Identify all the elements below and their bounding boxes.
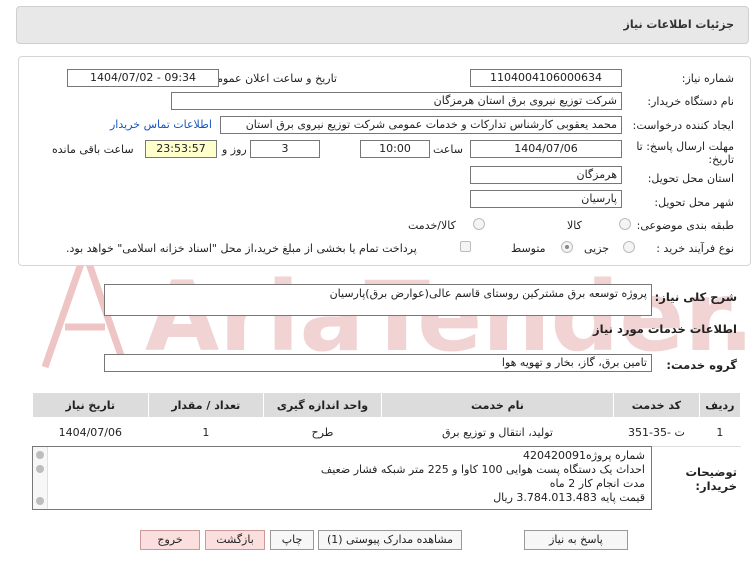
category-goods-service-radio[interactable] (473, 218, 485, 230)
page: جزئیات اطلاعات نیاز AriaTender.net شماره… (0, 0, 755, 566)
announce-date-field: 1404/07/02 - 09:34 (67, 69, 219, 87)
category-option-goods-label: کالا (567, 219, 582, 232)
notes-scrollbar[interactable] (33, 447, 48, 509)
buyer-notes-field: شماره پروژه420420091 احداث یک دستگاه پست… (32, 446, 652, 510)
remaining-time-label: ساعت باقی مانده (52, 143, 134, 156)
summary-text: پروژه توسعه برق مشترکین روستای قاسم عالی… (329, 287, 647, 300)
category-label: طبقه بندی موضوعی: (636, 219, 734, 232)
page-title: جزئیات اطلاعات نیاز (623, 18, 735, 31)
buyer-notes-label: توضیحات (685, 465, 738, 479)
col-unit: واحد اندازه گیری (263, 392, 382, 418)
process-minor-label: جزیی (584, 242, 610, 255)
remaining-time-field: 23:53:57 (145, 140, 217, 158)
col-need-date: تاریخ نیاز (32, 392, 149, 418)
col-row: ردیف (698, 392, 742, 418)
category-option-goods-service-label: کالا/خدمت (408, 219, 456, 232)
scroll-up-icon[interactable] (36, 451, 44, 459)
province-label: استان محل تحویل: (647, 172, 734, 185)
process-type-label: نوع فرآیند خرید : (656, 242, 734, 255)
summary-label: شرح کلی نیاز: (654, 290, 737, 304)
view-attachments-button[interactable]: مشاهده مدارک پیوستی (1) (318, 530, 462, 550)
services-table: ردیف کد خدمت نام خدمت واحد اندازه گیری ت… (32, 392, 742, 447)
cell-quantity: 1 (148, 417, 264, 447)
col-service-code: کد خدمت (613, 392, 700, 418)
process-medium-radio[interactable] (561, 241, 573, 253)
cell-service-name: تولید، انتقال و توزیع برق (381, 417, 614, 447)
buyer-contact-link[interactable]: اطلاعات تماس خریدار (110, 118, 212, 131)
buyer-label: نام دستگاه خریدار: (647, 95, 734, 108)
service-group-label: گروه خدمت: (666, 358, 737, 372)
treasury-note: پرداخت تمام یا بخشی از مبلغ خرید،از محل … (66, 242, 417, 255)
days-label: روز و (222, 143, 247, 156)
table-header-row: ردیف کد خدمت نام خدمت واحد اندازه گیری ت… (32, 392, 742, 418)
deadline-label-date: تاریخ: (708, 153, 734, 166)
page-header: جزئیات اطلاعات نیاز (16, 6, 749, 44)
notes-line: احداث یک دستگاه پست هوایی 100 کاوا و 225… (320, 463, 645, 476)
need-number-field: 1104004106000634 (470, 69, 622, 87)
buyer-notes-label-2: خریدار: (695, 479, 737, 493)
process-medium-label: متوسط (511, 242, 546, 255)
announce-date-label: تاریخ و ساعت اعلان عمومی: (204, 72, 337, 85)
cell-need-date: 1404/07/06 (32, 417, 149, 447)
table-row: 1 ت -35-351 تولید، انتقال و توزیع برق طر… (32, 417, 741, 447)
deadline-date-field: 1404/07/06 (470, 140, 622, 158)
service-group-field: تامین برق، گاز، بخار و تهویه هوا (104, 354, 652, 372)
cell-row: 1 (699, 417, 741, 447)
days-remaining-field: 3 (250, 140, 320, 158)
notes-line: قیمت پایه 3.784.013.483 ریال (493, 491, 645, 504)
summary-field: پروژه توسعه برق مشترکین روستای قاسم عالی… (104, 284, 652, 316)
creator-label: ایجاد کننده درخواست: (632, 119, 734, 132)
category-goods-radio[interactable] (619, 218, 631, 230)
province-field: هرمزگان (470, 166, 622, 184)
buyer-field: شرکت توزیع نیروی برق استان هرمزگان (171, 92, 622, 110)
city-label: شهر محل تحویل: (654, 196, 734, 209)
scroll-down-icon[interactable] (36, 497, 44, 505)
col-quantity: تعداد / مقدار (147, 392, 265, 418)
city-field: پارسیان (470, 190, 622, 208)
deadline-time-label: ساعت (433, 143, 463, 156)
need-info-panel (18, 56, 751, 266)
cell-service-code: ت -35-351 (613, 417, 700, 447)
services-section-title: اطلاعات خدمات مورد نیاز (593, 322, 737, 336)
reply-button[interactable]: پاسخ به نیاز (524, 530, 628, 550)
creator-field: محمد یعقوبی کارشناس تدارکات و خدمات عموم… (220, 116, 622, 134)
scroll-thumb[interactable] (36, 465, 44, 473)
treasury-checkbox[interactable] (460, 241, 471, 252)
cell-unit: طرح (263, 417, 382, 447)
process-minor-radio[interactable] (623, 241, 635, 253)
deadline-label: مهلت ارسال پاسخ: تا (636, 140, 734, 153)
exit-button[interactable]: خروج (140, 530, 200, 550)
print-button[interactable]: چاپ (270, 530, 314, 550)
notes-line: شماره پروژه420420091 (522, 449, 645, 462)
col-service-name: نام خدمت (380, 392, 615, 418)
need-number-label: شماره نیاز: (681, 72, 734, 85)
deadline-time-field: 10:00 (360, 140, 430, 158)
back-button[interactable]: بازگشت (205, 530, 265, 550)
notes-line: مدت انجام کار 2 ماه (549, 477, 645, 490)
